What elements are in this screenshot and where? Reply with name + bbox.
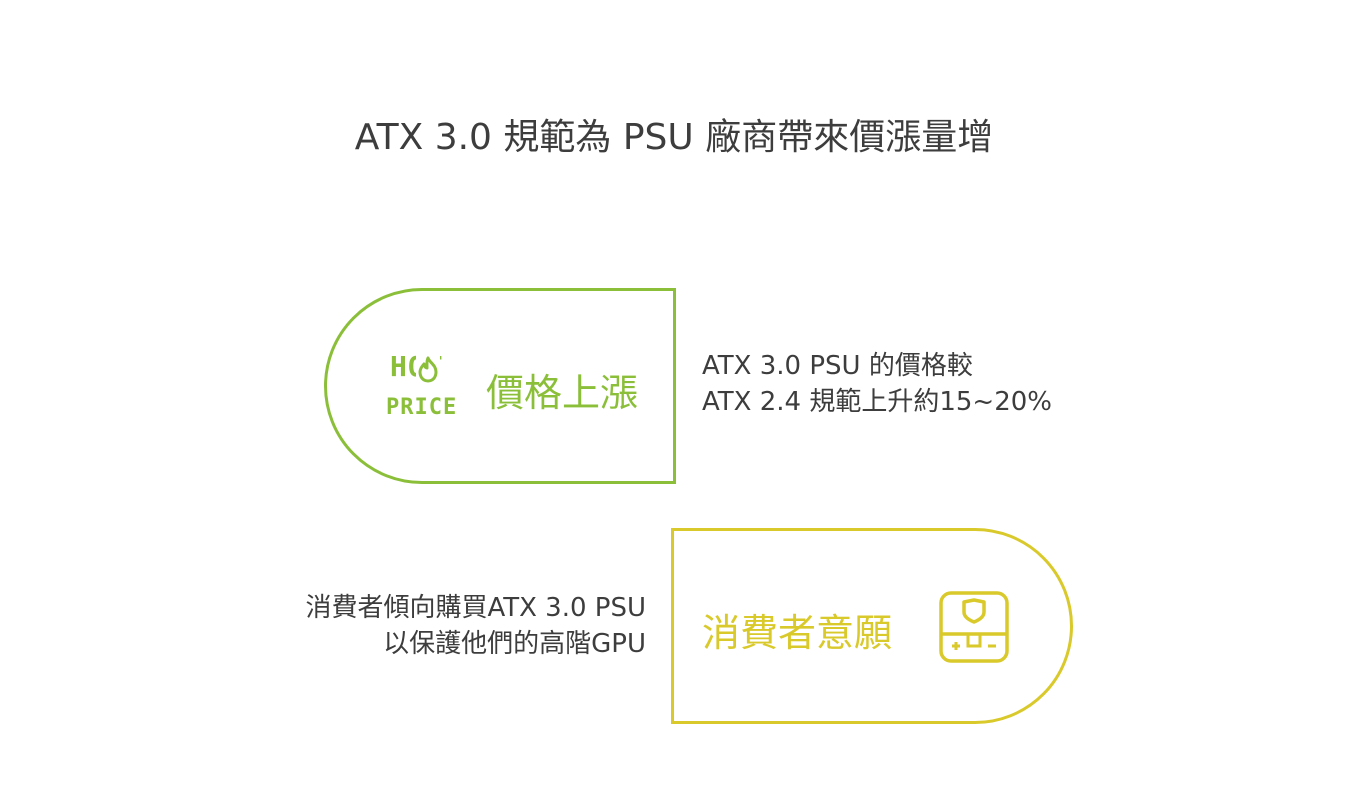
price-increase-label: 價格上漲 <box>486 371 639 415</box>
description-line: 以保護他們的高階GPU <box>383 629 646 659</box>
game-console-shield-icon <box>939 591 1009 663</box>
hot-price-flame-icon <box>416 355 440 383</box>
description-line: ATX 2.4 規範上升約15~20% <box>702 387 1052 417</box>
price-badge-text: PRICE <box>386 395 458 420</box>
description-line: 消費者傾向購買ATX 3.0 PSU <box>305 593 646 623</box>
price-increase-description: ATX 3.0 PSU 的價格較 ATX 2.4 規範上升約15~20% <box>702 348 1052 420</box>
consumer-willingness-description: 消費者傾向購買ATX 3.0 PSU 以保護他們的高階GPU <box>240 590 646 662</box>
page-title: ATX 3.0 規範為 PSU 廠商帶來價漲量增 <box>354 117 994 158</box>
consumer-willingness-label: 消費者意願 <box>702 611 893 655</box>
description-line: ATX 3.0 PSU 的價格較 <box>702 351 973 381</box>
